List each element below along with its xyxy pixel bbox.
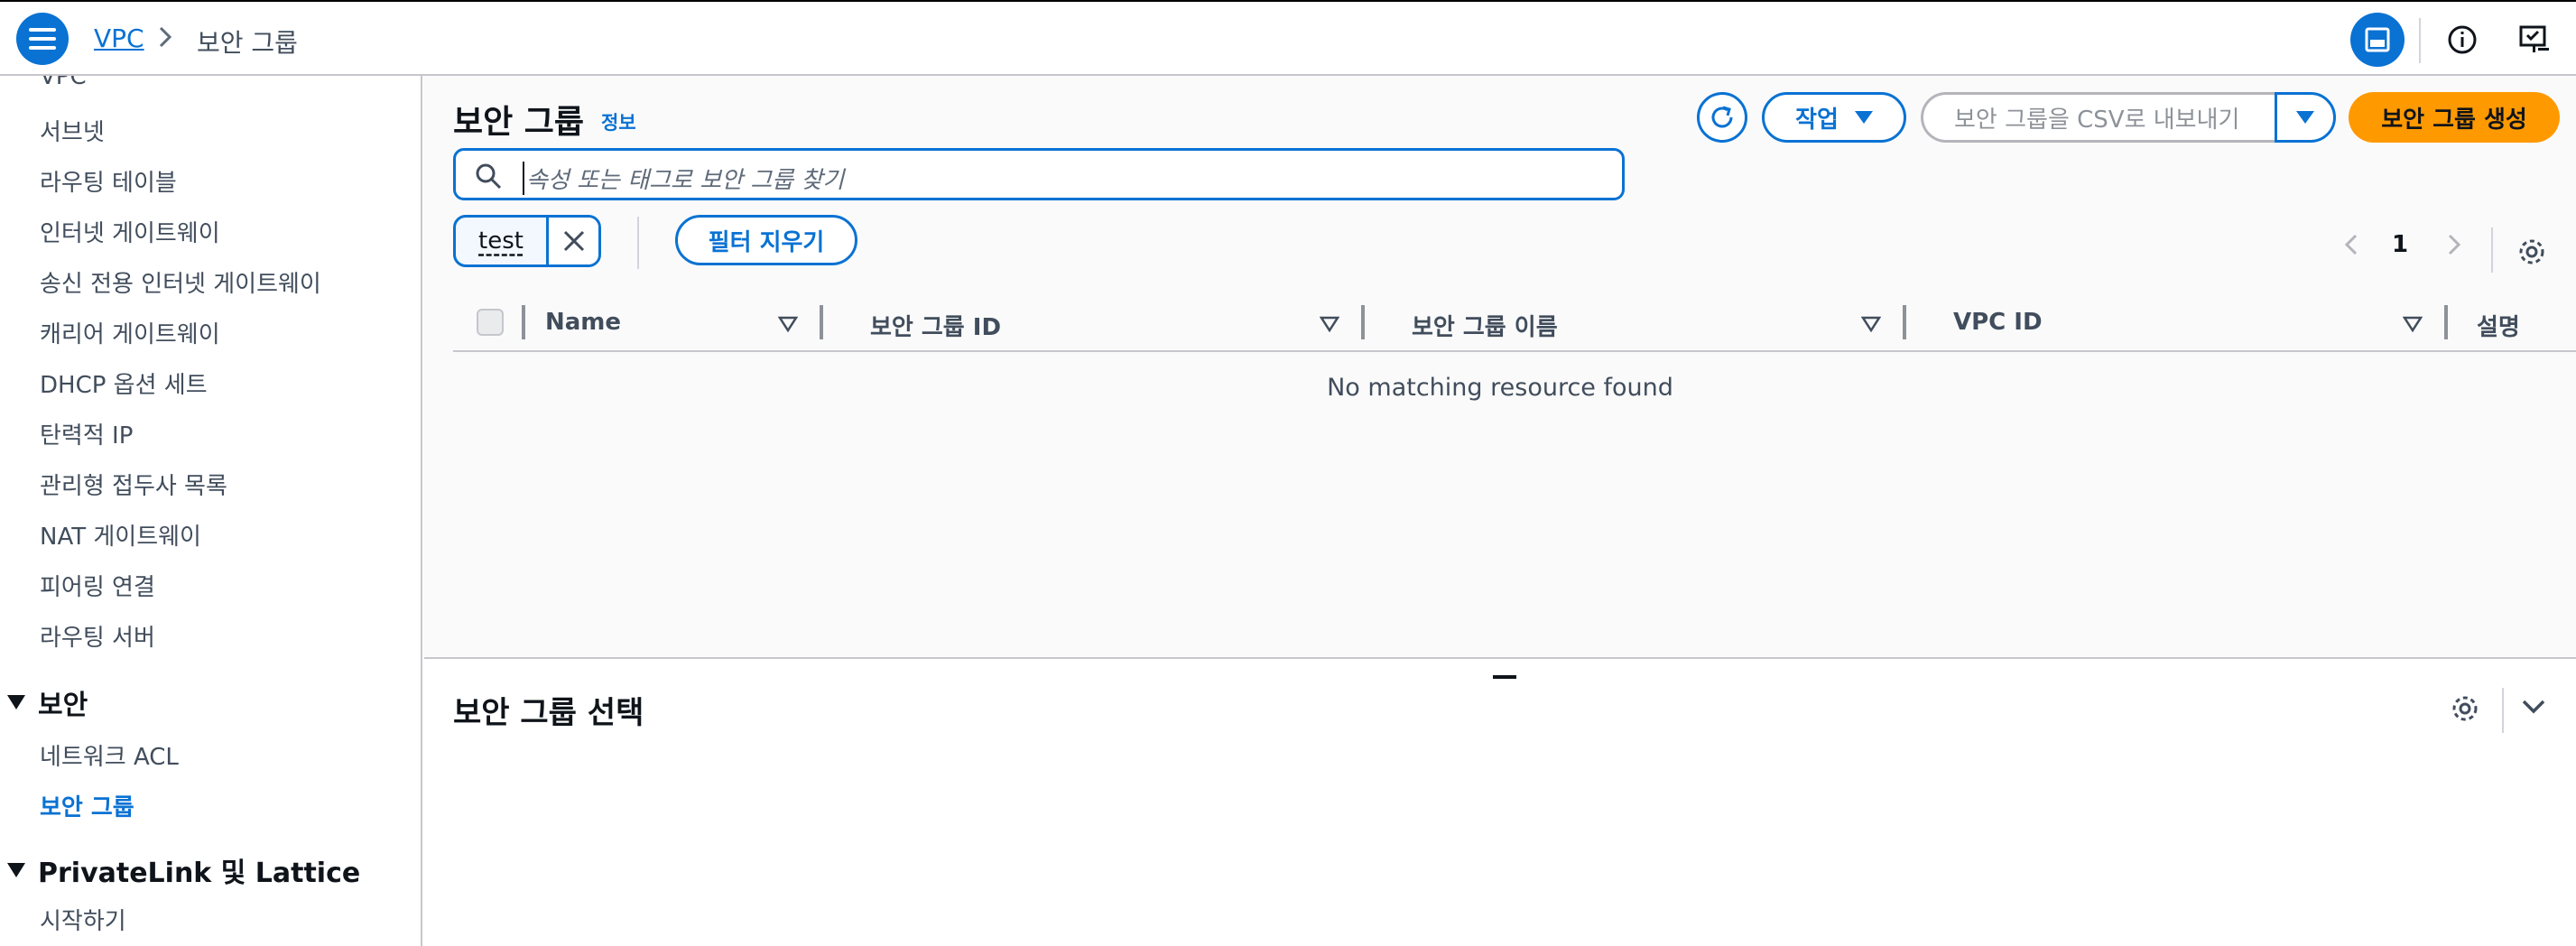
page-number[interactable]: 1 [2392, 231, 2408, 258]
info-button[interactable] [2435, 13, 2489, 67]
filter-token-label[interactable]: test [456, 218, 546, 264]
gear-icon [2452, 696, 2478, 721]
breadcrumb-current: 보안 그룹 [197, 28, 298, 58]
sidebar-item-carrier-gateways[interactable]: 캐리어 게이트웨이 [40, 316, 220, 349]
tutorial-button[interactable] [2507, 13, 2562, 67]
chevron-left-icon [2344, 234, 2358, 255]
export-dropdown-button[interactable] [2275, 92, 2336, 143]
refresh-icon [1711, 106, 1733, 128]
sidebar-item-subnets[interactable]: 서브넷 [40, 114, 105, 147]
info-link[interactable]: 정보 [601, 108, 636, 135]
split-panel-title: 보안 그룹 선택 [453, 695, 644, 731]
gear-icon [2519, 239, 2544, 264]
sort-icon[interactable] [1319, 316, 1340, 336]
filter-divider [637, 217, 639, 269]
select-all-checkbox[interactable] [477, 309, 504, 336]
tutorial-icon [2519, 25, 2549, 52]
remove-filter-button[interactable] [546, 218, 598, 264]
column-header-name[interactable]: Name [545, 309, 621, 336]
column-header-vpc-id[interactable]: VPC ID [1953, 309, 2043, 336]
chevron-down-icon [2522, 700, 2545, 714]
chevron-right-icon [157, 23, 175, 54]
sidebar-section-label: PrivateLink 및 Lattice [38, 858, 361, 889]
sidebar-section-privatelink[interactable]: PrivateLink 및 Lattice [7, 850, 360, 890]
split-panel: 보안 그룹 선택 [424, 657, 2576, 946]
caret-down-icon [7, 695, 25, 710]
table-preferences-button[interactable] [2516, 236, 2547, 271]
caret-down-icon [7, 863, 25, 877]
refresh-button[interactable] [1697, 92, 1747, 143]
panel-icon [2365, 27, 2390, 52]
sidebar-item-elastic-ips[interactable]: 탄력적 IP [40, 417, 133, 450]
sort-icon[interactable] [777, 316, 799, 336]
sidebar-item-dhcp-options[interactable]: DHCP 옵션 세트 [40, 366, 208, 400]
caret-down-icon [2296, 111, 2314, 124]
page-title: 보안 그룹 [453, 104, 585, 141]
sort-icon[interactable] [1860, 316, 1882, 336]
next-page-button[interactable] [2446, 231, 2464, 262]
close-icon [563, 230, 584, 252]
sidebar-item-security-groups[interactable]: 보안 그룹 [40, 789, 134, 822]
sidebar-item-vpc[interactable]: VPC [40, 76, 87, 90]
create-security-group-button[interactable]: 보안 그룹 생성 [2349, 92, 2560, 143]
collapse-split-panel-button[interactable] [2520, 697, 2547, 720]
sidebar-section-security[interactable]: 보안 [7, 682, 88, 722]
resize-handle[interactable] [1493, 675, 1516, 679]
chevron-right-icon [2448, 234, 2461, 255]
info-icon [2448, 25, 2477, 54]
column-header-security-group-name[interactable]: 보안 그룹 이름 [1412, 309, 1558, 342]
split-panel-divider [2502, 688, 2504, 733]
column-divider [2444, 305, 2448, 339]
empty-state-message: No matching resource found [1327, 374, 1673, 402]
column-header-description[interactable]: 설명 [2477, 309, 2520, 342]
column-divider [522, 305, 525, 339]
sidebar-item-route-tables[interactable]: 라우팅 테이블 [40, 164, 177, 198]
top-divider [2419, 18, 2421, 63]
actions-label: 작업 [1795, 106, 1839, 134]
column-divider [820, 305, 823, 339]
sidebar-item-getting-started[interactable]: 시작하기 [40, 903, 126, 936]
main-content: 보안 그룹 정보 작업 보안 그룹을 CSV로 내보내기 보안 그룹 생성 속성… [424, 76, 2576, 657]
export-csv-button[interactable]: 보안 그룹을 CSV로 내보내기 [1921, 92, 2276, 143]
sidebar-item-prefix-lists[interactable]: 관리형 접두사 목록 [40, 468, 227, 501]
sidebar-item-peering-connections[interactable]: 피어링 연결 [40, 569, 155, 602]
breadcrumb-vpc-link[interactable]: VPC [94, 23, 144, 53]
sidebar-item-egress-only-gateways[interactable]: 송신 전용 인터넷 게이트웨이 [40, 265, 321, 299]
filter-token: test [453, 215, 601, 267]
menu-button[interactable] [16, 13, 69, 65]
actions-dropdown-button[interactable]: 작업 [1762, 92, 1906, 143]
split-panel-preferences-button[interactable] [2450, 693, 2480, 728]
table-header: Name 보안 그룹 ID 보안 그룹 이름 VPC ID 설명 [453, 292, 2576, 352]
split-panel-toggle-button[interactable] [2350, 13, 2405, 67]
sidebar-item-nat-gateways[interactable]: NAT 게이트웨이 [40, 518, 201, 552]
search-input[interactable]: 속성 또는 태그로 보안 그룹 찾기 [453, 148, 1625, 200]
sidebar-item-route-servers[interactable]: 라우팅 서버 [40, 619, 155, 653]
sidebar: VPC 서브넷 라우팅 테이블 인터넷 게이트웨이 송신 전용 인터넷 게이트웨… [0, 76, 422, 946]
sidebar-section-label: 보안 [38, 690, 88, 721]
column-divider [1903, 305, 1906, 339]
top-navigation: VPC 보안 그룹 [0, 0, 2576, 76]
pagination-divider [2491, 227, 2493, 273]
search-placeholder: 속성 또는 태그로 보안 그룹 찾기 [523, 162, 844, 195]
search-icon [474, 162, 503, 194]
export-csv-group: 보안 그룹을 CSV로 내보내기 [1921, 92, 2336, 143]
sidebar-item-network-acls[interactable]: 네트워크 ACL [40, 738, 179, 772]
sidebar-item-internet-gateways[interactable]: 인터넷 게이트웨이 [40, 215, 220, 248]
caret-down-icon [1854, 111, 1873, 124]
column-header-security-group-id[interactable]: 보안 그룹 ID [870, 309, 1001, 342]
hamburger-icon [29, 28, 56, 50]
sort-icon[interactable] [2402, 316, 2423, 336]
previous-page-button[interactable] [2343, 231, 2361, 262]
column-divider [1361, 305, 1365, 339]
clear-filters-button[interactable]: 필터 지우기 [675, 215, 857, 265]
